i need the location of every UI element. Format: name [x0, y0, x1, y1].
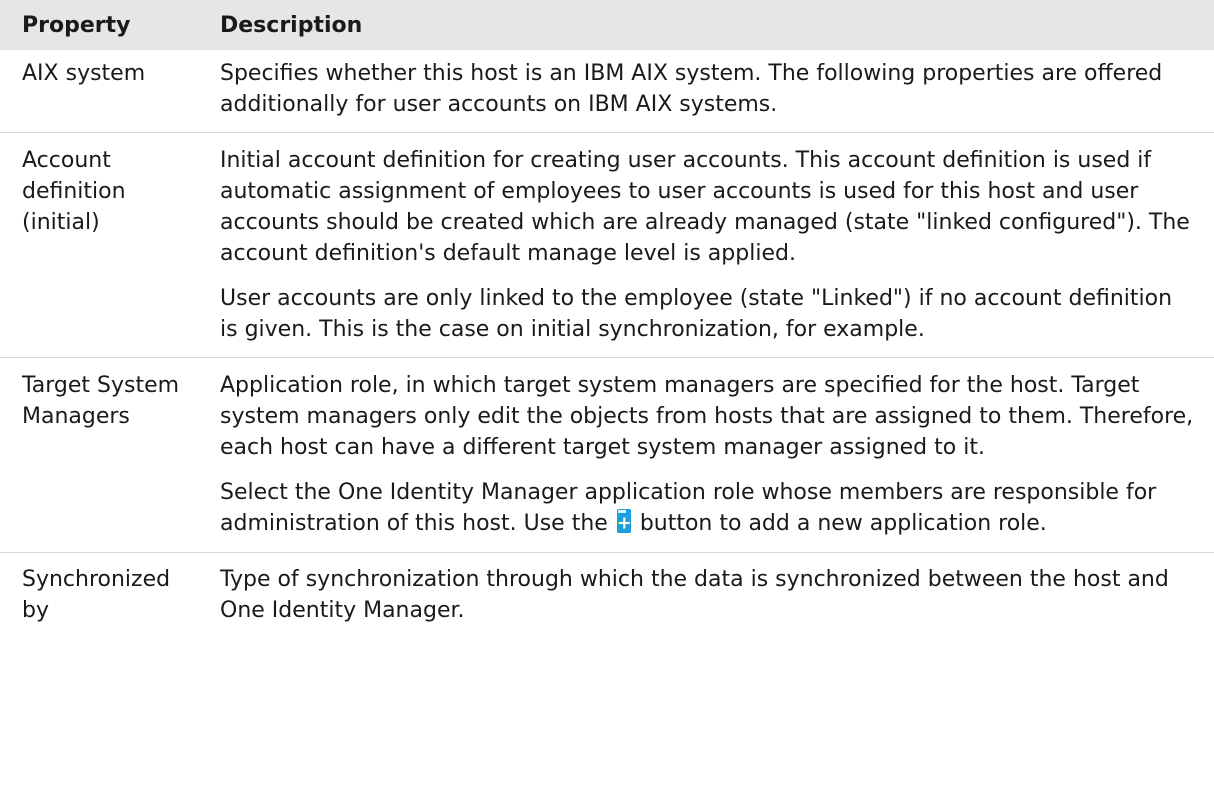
- description-paragraph: User accounts are only linked to the emp…: [220, 286, 1173, 342]
- properties-table: Property Description AIX system Specifie…: [0, 0, 1214, 626]
- description-paragraph: Initial account definition for creating …: [220, 148, 1190, 266]
- add-new-icon: [616, 509, 631, 533]
- description-cell: Specifies whether this host is an IBM AI…: [202, 58, 1214, 120]
- description-cell: Type of synchronization through which th…: [202, 564, 1214, 626]
- description-cell: Initial account definition for creating …: [202, 145, 1214, 345]
- description-paragraph: Type of synchronization through which th…: [220, 567, 1169, 623]
- property-cell: Account definition (initial): [22, 148, 126, 235]
- description-paragraph: Application role, in which target system…: [220, 373, 1194, 460]
- table-row-account-definition: Account definition (initial) Initial acc…: [0, 133, 1214, 358]
- description-cell: Application role, in which target system…: [202, 370, 1214, 539]
- header-description-cell: Description: [202, 13, 1214, 38]
- header-property-label: Property: [22, 12, 131, 38]
- description-paragraph: Specifies whether this host is an IBM AI…: [220, 61, 1163, 117]
- table-row-target-system-managers: Target System Managers Application role,…: [0, 358, 1214, 553]
- property-cell: Target System Managers: [22, 373, 180, 429]
- paragraph-text-after-icon: button to add a new application role.: [639, 511, 1047, 536]
- property-cell: Synchronized by: [22, 567, 171, 623]
- header-description-label: Description: [220, 12, 363, 38]
- table-header: Property Description: [0, 0, 1214, 50]
- header-property-cell: Property: [0, 13, 202, 38]
- description-paragraph: Select the One Identity Manager applicat…: [220, 477, 1196, 539]
- table-row-aix-system: AIX system Specifies whether this host i…: [0, 50, 1214, 133]
- property-cell: AIX system: [22, 61, 146, 86]
- table-row-synchronized-by: Synchronized by Type of synchronization …: [0, 553, 1214, 626]
